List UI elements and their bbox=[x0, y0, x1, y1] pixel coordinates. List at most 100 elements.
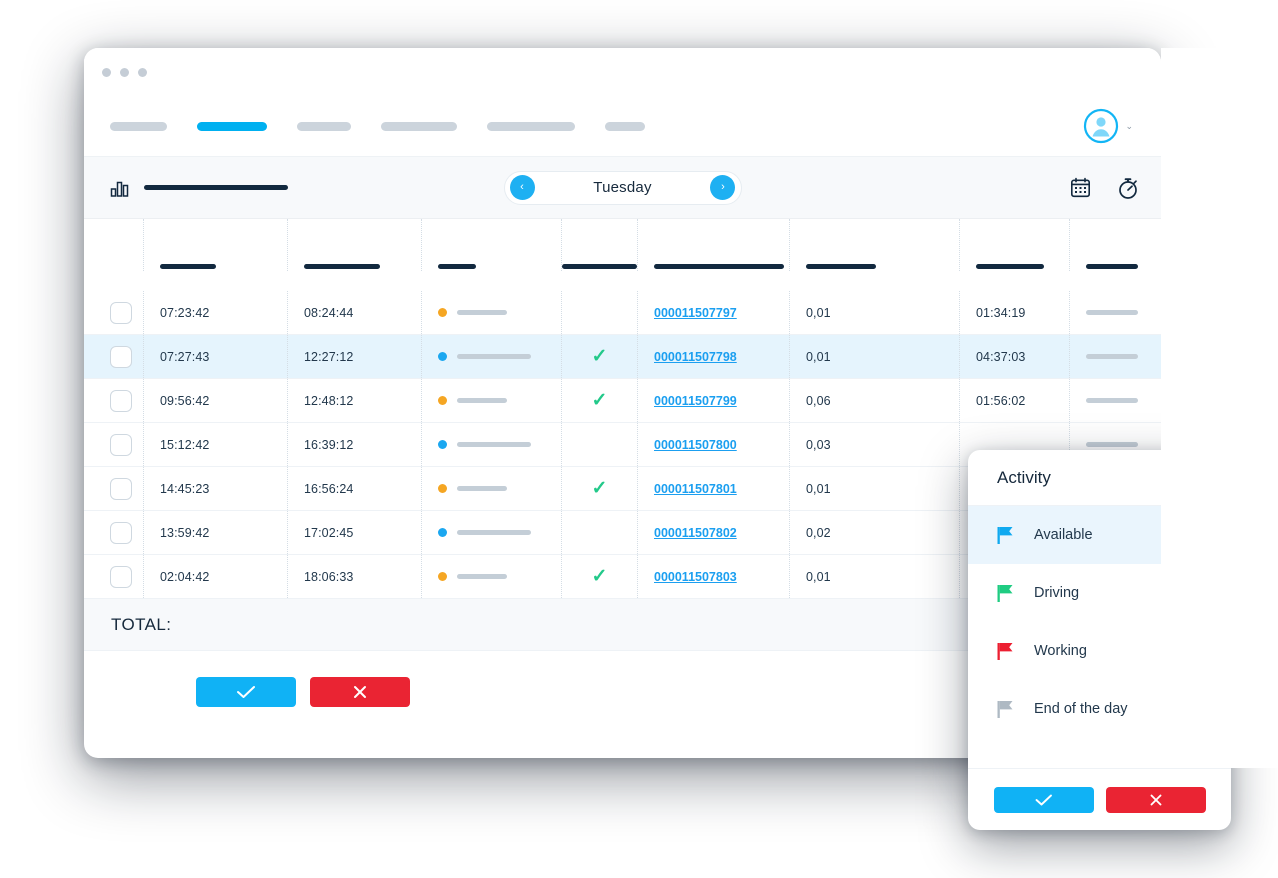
extra-cell bbox=[1070, 379, 1161, 422]
document-link[interactable]: 000011507800 bbox=[654, 438, 737, 452]
document-link[interactable]: 000011507802 bbox=[654, 526, 737, 540]
end-time-value: 16:56:24 bbox=[304, 481, 354, 496]
row-select-cell bbox=[84, 335, 144, 378]
row-checkbox[interactable] bbox=[110, 521, 132, 544]
start-time-cell: 09:56:42 bbox=[144, 379, 288, 422]
row-select-cell bbox=[84, 291, 144, 334]
column-header-status bbox=[422, 219, 562, 271]
document-cell: 000011507802 bbox=[638, 511, 790, 554]
activity-popup-title: Activity bbox=[997, 467, 1051, 487]
duration-cell: 01:56:02 bbox=[960, 379, 1070, 422]
document-link[interactable]: 000011507797 bbox=[654, 306, 737, 320]
table-row[interactable]: 09:56:42 12:48:12 ✓ 000011507799 0,06 01:56:0… bbox=[84, 379, 1161, 423]
date-prev-button[interactable]: ‹ bbox=[509, 175, 535, 200]
end-time-value: 18:06:33 bbox=[304, 569, 354, 584]
confirmed-cell: ✓ bbox=[562, 379, 638, 422]
nav-tab-4[interactable] bbox=[381, 121, 457, 131]
row-checkbox[interactable] bbox=[110, 301, 132, 324]
extra-cell bbox=[1070, 335, 1161, 378]
end-time-cell: 12:48:12 bbox=[288, 379, 422, 422]
extra-placeholder-bar bbox=[1086, 398, 1138, 403]
cancel-button[interactable] bbox=[310, 677, 410, 707]
end-time-cell: 08:24:44 bbox=[288, 291, 422, 334]
status-placeholder-bar bbox=[457, 398, 507, 403]
window-dot-maximize[interactable] bbox=[138, 67, 147, 77]
document-cell: 000011507797 bbox=[638, 291, 790, 334]
end-time-value: 12:27:12 bbox=[304, 349, 354, 364]
table-row[interactable]: 07:27:43 12:27:12 ✓ 000011507798 0,01 04:37:0… bbox=[84, 335, 1161, 379]
nav-tab-3[interactable] bbox=[297, 121, 351, 131]
status-dot-icon bbox=[438, 484, 447, 493]
start-time-cell: 07:23:42 bbox=[144, 291, 288, 334]
nav-tab-5[interactable] bbox=[487, 121, 575, 131]
end-time-cell: 18:06:33 bbox=[288, 555, 422, 598]
document-link[interactable]: 000011507798 bbox=[654, 350, 737, 364]
toolbar-left-group bbox=[110, 178, 288, 198]
value-text: 0,03 bbox=[806, 437, 831, 452]
end-time-cell: 16:56:24 bbox=[288, 467, 422, 510]
start-time-cell: 02:04:42 bbox=[144, 555, 288, 598]
date-navigator: ‹ Tuesday › bbox=[503, 170, 742, 205]
page-title-placeholder bbox=[144, 185, 288, 190]
stopwatch-icon[interactable] bbox=[1117, 177, 1139, 199]
value-cell: 0,03 bbox=[790, 423, 960, 466]
window-titlebar bbox=[84, 48, 1161, 96]
date-next-button[interactable]: › bbox=[710, 175, 736, 200]
start-time-cell: 14:45:23 bbox=[144, 467, 288, 510]
window-dot-close[interactable] bbox=[102, 67, 111, 77]
nav-tab-6[interactable] bbox=[605, 121, 645, 131]
check-icon bbox=[1035, 794, 1052, 805]
window-dot-minimize[interactable] bbox=[120, 67, 129, 77]
column-header-placeholder bbox=[976, 264, 1044, 269]
activity-cancel-button[interactable] bbox=[1105, 786, 1206, 813]
document-link[interactable]: 000011507803 bbox=[654, 570, 737, 584]
value-text: 0,01 bbox=[806, 481, 831, 496]
row-checkbox[interactable] bbox=[110, 433, 132, 456]
activity-confirm-button[interactable] bbox=[993, 786, 1094, 813]
column-header-select bbox=[84, 219, 144, 271]
document-link[interactable]: 000011507799 bbox=[654, 394, 737, 408]
value-text: 0,01 bbox=[806, 349, 831, 364]
extra-cell bbox=[1070, 291, 1161, 334]
row-checkbox[interactable] bbox=[110, 389, 132, 412]
duration-cell: 01:34:19 bbox=[960, 291, 1070, 334]
status-placeholder-bar bbox=[457, 486, 507, 491]
nav-tab-1[interactable] bbox=[110, 121, 167, 131]
status-cell bbox=[422, 555, 562, 598]
row-checkbox[interactable] bbox=[110, 565, 132, 588]
activity-popup-footer bbox=[968, 768, 1231, 830]
document-link[interactable]: 000011507801 bbox=[654, 482, 737, 496]
start-time-value: 13:59:42 bbox=[160, 525, 210, 540]
table-row[interactable]: 07:23:42 08:24:44 000011507797 0,01 01:34:19 bbox=[84, 291, 1161, 335]
user-menu[interactable]: ⌄ bbox=[1083, 108, 1133, 144]
confirm-button[interactable] bbox=[196, 677, 296, 707]
duration-text: 04:37:03 bbox=[976, 349, 1026, 364]
check-icon: ✓ bbox=[591, 346, 608, 367]
calendar-icon[interactable] bbox=[1070, 177, 1091, 198]
row-checkbox[interactable] bbox=[110, 477, 132, 500]
value-cell: 0,02 bbox=[790, 511, 960, 554]
value-cell: 0,06 bbox=[790, 379, 960, 422]
screenshot-stage: ⌄ ‹ Tuesday › 07:23:42 08:24:44 00001150… bbox=[0, 0, 1278, 878]
column-header-placeholder bbox=[1086, 264, 1138, 269]
start-time-cell: 15:12:42 bbox=[144, 423, 288, 466]
value-cell: 0,01 bbox=[790, 467, 960, 510]
value-text: 0,06 bbox=[806, 393, 831, 408]
value-cell: 0,01 bbox=[790, 335, 960, 378]
row-checkbox[interactable] bbox=[110, 345, 132, 368]
current-date-label: Tuesday bbox=[593, 179, 652, 196]
duration-cell: 04:37:03 bbox=[960, 335, 1070, 378]
start-time-cell: 13:59:42 bbox=[144, 511, 288, 554]
flag-icon bbox=[997, 526, 1013, 544]
start-time-value: 07:23:42 bbox=[160, 305, 210, 320]
status-cell bbox=[422, 379, 562, 422]
confirmed-cell bbox=[562, 511, 638, 554]
chevron-down-icon[interactable]: ⌄ bbox=[1125, 121, 1133, 131]
user-avatar-icon[interactable] bbox=[1083, 108, 1119, 144]
end-time-cell: 12:27:12 bbox=[288, 335, 422, 378]
nav-tab-2[interactable] bbox=[197, 121, 267, 131]
flag-icon bbox=[997, 700, 1013, 718]
confirmed-cell: ✓ bbox=[562, 467, 638, 510]
table-header-row bbox=[84, 219, 1161, 291]
document-cell: 000011507803 bbox=[638, 555, 790, 598]
